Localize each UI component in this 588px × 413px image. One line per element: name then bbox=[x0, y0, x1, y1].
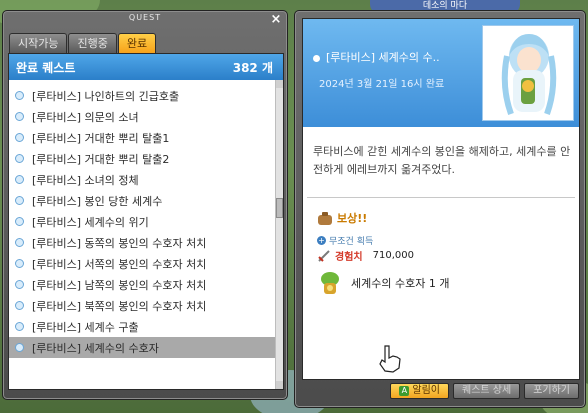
npc-portrait bbox=[482, 25, 574, 121]
quest-row[interactable]: [루타비스] 세계수의 위기 bbox=[9, 211, 277, 232]
quest-bullet-icon bbox=[15, 154, 24, 163]
notify-button[interactable]: A 알림이 bbox=[390, 383, 449, 399]
scroll-up-icon[interactable] bbox=[276, 80, 283, 88]
quest-row[interactable]: [루타비스] 서쪽의 봉인의 수호자 처치 bbox=[9, 253, 277, 274]
scroll-down-icon[interactable] bbox=[276, 381, 283, 389]
detail-button-bar: A 알림이 퀘스트 상세 포기하기 bbox=[295, 383, 585, 401]
reward-label: 보상!! bbox=[337, 212, 368, 225]
quest-detail-button[interactable]: 퀘스트 상세 bbox=[453, 383, 521, 399]
quest-list: [루타비스] 나인하트의 긴급호출 [루타비스] 의문의 소녀 [루타비스] 거… bbox=[9, 85, 277, 358]
sword-icon bbox=[318, 249, 330, 262]
tab-available[interactable]: 시작가능 bbox=[9, 33, 68, 53]
reward-sub-label: 무조건 획득 bbox=[329, 237, 374, 247]
detail-header: [루타비스] 세계수의 수.. 2024년 3월 21일 16시 완료 bbox=[303, 19, 579, 127]
quest-description: 루타비스에 갇힌 세계수의 봉인을 해제하고, 세계수를 안전하게 에레브까지 … bbox=[313, 145, 571, 176]
scrollbar[interactable] bbox=[275, 80, 283, 389]
quest-title: [루타비스] 소녀의 정체 bbox=[32, 173, 139, 187]
quest-row[interactable]: [루타비스] 세계수 구출 bbox=[9, 316, 277, 337]
reward-header: 보상!! bbox=[317, 210, 367, 226]
quest-title: [루타비스] 북쪽의 봉인의 수호자 처치 bbox=[32, 299, 207, 313]
guardian-medal-icon bbox=[321, 272, 339, 294]
reward-guaranteed: + 무조건 획득 bbox=[317, 234, 373, 247]
quest-title: [루타비스] 세계수 구출 bbox=[32, 320, 139, 334]
quest-detail-window: [루타비스] 세계수의 수.. 2024년 3월 21일 16시 완료 루타비스… bbox=[294, 10, 586, 408]
detail-title-text: [루타비스] 세계수의 수.. bbox=[326, 51, 440, 64]
quest-row[interactable]: [루타비스] 나인하트의 긴급호출 bbox=[9, 85, 277, 106]
quest-bullet-icon bbox=[15, 343, 24, 352]
quest-bullet-icon bbox=[15, 91, 24, 100]
quest-row[interactable]: [루타비스] 의문의 소녀 bbox=[9, 106, 277, 127]
hotkey-badge: A bbox=[399, 386, 410, 396]
item-reward-text: 세계수의 수호자 1 개 bbox=[351, 277, 450, 290]
detail-title: [루타비스] 세계수의 수.. bbox=[313, 49, 440, 65]
quest-row[interactable]: [루타비스] 봉인 당한 세계수 bbox=[9, 190, 277, 211]
quest-row-selected[interactable]: [루타비스] 세계수의 수호자 bbox=[9, 337, 277, 358]
completion-date: 2024년 3월 21일 16시 완료 bbox=[319, 79, 445, 90]
quest-tabs: 시작가능 진행중 완료 bbox=[9, 33, 157, 53]
tab-in-progress[interactable]: 진행중 bbox=[68, 33, 117, 53]
quest-bullet-icon bbox=[15, 133, 24, 142]
quest-row[interactable]: [루타비스] 남쪽의 봉인의 수호자 처치 bbox=[9, 274, 277, 295]
quest-detail-panel: [루타비스] 세계수의 수.. 2024년 3월 21일 16시 완료 루타비스… bbox=[302, 18, 580, 380]
exp-label: 경험치 bbox=[335, 252, 363, 263]
quest-title: [루타비스] 봉인 당한 세계수 bbox=[32, 194, 163, 208]
quest-bullet-icon bbox=[15, 112, 24, 121]
quest-row[interactable]: [루타비스] 소녀의 정체 bbox=[9, 169, 277, 190]
quest-bullet-icon bbox=[15, 238, 24, 247]
tab-completed[interactable]: 완료 bbox=[117, 33, 157, 53]
reward-bag-icon bbox=[318, 212, 332, 225]
quest-row[interactable]: [루타비스] 동쪽의 봉인의 수호자 처치 bbox=[9, 232, 277, 253]
quest-title: [루타비스] 세계수의 위기 bbox=[32, 215, 149, 229]
hand-cursor-icon bbox=[379, 345, 401, 373]
exp-reward: 경험치 710,000 bbox=[317, 248, 414, 263]
quest-title: [루타비스] 의문의 소녀 bbox=[32, 110, 139, 124]
plus-icon: + bbox=[317, 236, 326, 245]
quest-title: [루타비스] 거대한 뿌리 탈출2 bbox=[32, 152, 170, 166]
reward-section: 보상!! + 무조건 획득 경험치 710,000 세계수의 수호자 1 개 bbox=[307, 197, 575, 379]
quest-row[interactable]: [루타비스] 거대한 뿌리 탈출2 bbox=[9, 148, 277, 169]
quest-bullet-icon bbox=[15, 259, 24, 268]
bullet-icon bbox=[313, 54, 320, 62]
quest-title: [루타비스] 남쪽의 봉인의 수호자 처치 bbox=[32, 278, 207, 292]
quest-bullet-icon bbox=[15, 217, 24, 226]
quest-row[interactable]: [루타비스] 북쪽의 봉인의 수호자 처치 bbox=[9, 295, 277, 316]
quest-title: [루타비스] 세계수의 수호자 bbox=[32, 341, 159, 355]
exp-value: 710,000 bbox=[372, 250, 414, 261]
quest-bullet-icon bbox=[15, 175, 24, 184]
give-up-button[interactable]: 포기하기 bbox=[524, 383, 579, 399]
npc-icon bbox=[501, 34, 557, 116]
close-icon[interactable]: × bbox=[269, 13, 283, 27]
quest-bullet-icon bbox=[15, 280, 24, 289]
quest-bullet-icon bbox=[15, 301, 24, 310]
window-title: QUEST bbox=[128, 13, 162, 22]
notify-label: 알림이 bbox=[412, 385, 440, 396]
quest-bullet-icon bbox=[15, 322, 24, 331]
quest-list-panel: 완료 퀘스트 382 개 [루타비스] 나인하트의 긴급호출 [루타비스] 의문… bbox=[8, 53, 284, 390]
list-header-count: 382 개 bbox=[232, 60, 273, 75]
quest-title: [루타비스] 나인하트의 긴급호출 bbox=[32, 89, 180, 103]
list-header: 완료 퀘스트 382 개 bbox=[9, 54, 283, 80]
quest-title: [루타비스] 서쪽의 봉인의 수호자 처치 bbox=[32, 257, 207, 271]
quest-bullet-icon bbox=[15, 196, 24, 205]
list-header-label: 완료 퀘스트 bbox=[16, 60, 76, 75]
item-reward: 세계수의 수호자 1 개 bbox=[317, 270, 449, 296]
quest-title: [루타비스] 거대한 뿌리 탈출1 bbox=[32, 131, 170, 145]
scroll-thumb[interactable] bbox=[276, 198, 283, 218]
quest-title: [루타비스] 동쪽의 봉인의 수호자 처치 bbox=[32, 236, 207, 250]
quest-list-window: QUEST × 시작가능 진행중 완료 완료 퀘스트 382 개 [루타비스] … bbox=[2, 10, 288, 400]
quest-row[interactable]: [루타비스] 거대한 뿌리 탈출1 bbox=[9, 127, 277, 148]
